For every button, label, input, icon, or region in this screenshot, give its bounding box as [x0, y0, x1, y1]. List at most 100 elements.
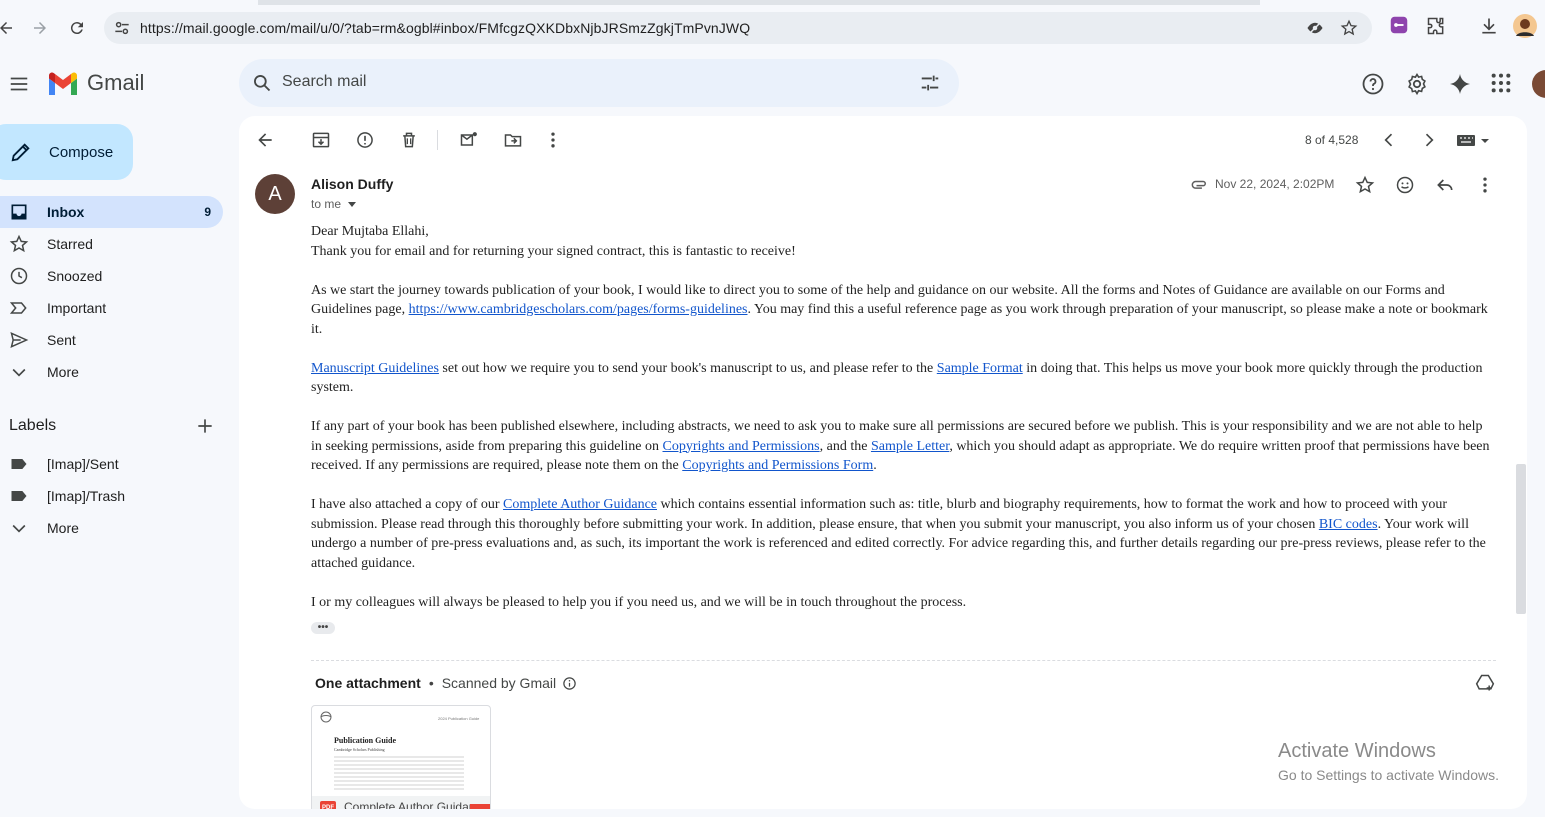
clock-icon — [9, 266, 29, 286]
sidebar-item-label: More — [47, 364, 79, 380]
apps-grid-icon[interactable] — [1490, 72, 1514, 96]
browser-toolbar: https://mail.google.com/mail/u/0/?tab=rm… — [0, 0, 1545, 56]
separator-dot: • — [428, 675, 434, 691]
address-bar[interactable]: https://mail.google.com/mail/u/0/?tab=rm… — [104, 12, 1372, 44]
manuscript-guidelines-link[interactable]: Manuscript Guidelines — [311, 361, 439, 376]
main-menu-icon[interactable] — [8, 73, 30, 95]
chevron-down-icon — [9, 362, 29, 382]
forward-icon[interactable] — [28, 16, 52, 40]
browser-tab[interactable] — [1260, 0, 1545, 5]
info-icon[interactable] — [562, 676, 577, 691]
report-spam-icon[interactable] — [355, 130, 375, 150]
reply-icon[interactable] — [1435, 175, 1455, 195]
sender-avatar[interactable]: A — [255, 174, 295, 214]
bic-codes-link[interactable]: BIC codes — [1319, 517, 1378, 532]
newer-chevron-left-icon[interactable] — [1379, 130, 1399, 150]
copyrights-permissions-link[interactable]: Copyrights and Permissions — [663, 439, 820, 454]
paragraph-1: Thank you for email and for returning yo… — [311, 243, 796, 259]
pdf-file-icon: PDF — [320, 801, 336, 809]
site-info-icon[interactable] — [112, 18, 132, 38]
sidebar-item-starred[interactable]: Starred — [0, 228, 223, 260]
sample-format-link[interactable]: Sample Format — [937, 361, 1023, 376]
recipient-details[interactable]: to me — [311, 197, 357, 211]
gmail-m-icon — [49, 72, 77, 95]
document-logo-icon — [318, 711, 334, 725]
document-subtitle: Cambridge Scholars Publishing — [334, 747, 385, 752]
document-header: 2024 Publication Guide — [438, 716, 480, 721]
sidebar-item-snoozed[interactable]: Snoozed — [0, 260, 223, 292]
reload-icon[interactable] — [65, 16, 89, 40]
extensions-puzzle-icon[interactable] — [1426, 16, 1446, 36]
message-body: Dear Mujtaba Ellahi, Thank you for email… — [311, 222, 1496, 632]
message-view: 8 of 4,528 A Alison Duffy to me Nov 22, … — [239, 116, 1527, 809]
attachment-divider — [311, 660, 1496, 661]
add-to-drive-icon[interactable] — [1475, 673, 1495, 693]
app-name: Gmail — [87, 70, 145, 95]
download-icon[interactable] — [1479, 16, 1499, 36]
move-to-icon[interactable] — [503, 130, 523, 150]
paragraph-5: I have also attached a copy of our Compl… — [311, 497, 1486, 571]
star-message-icon[interactable] — [1355, 175, 1375, 195]
chevron-down-icon — [9, 518, 29, 538]
mark-unread-icon[interactable] — [459, 130, 479, 150]
delete-icon[interactable] — [399, 130, 419, 150]
back-to-inbox-icon[interactable] — [255, 130, 275, 150]
search-icon[interactable] — [252, 73, 272, 93]
eye-off-icon[interactable] — [1306, 19, 1324, 37]
emoji-reaction-icon[interactable] — [1395, 175, 1415, 195]
older-chevron-right-icon[interactable] — [1419, 130, 1439, 150]
sidebar-label-imap-trash[interactable]: [Imap]/Trash — [0, 480, 223, 512]
help-icon[interactable] — [1361, 72, 1385, 96]
watermark-subtitle: Go to Settings to activate Windows. — [1278, 767, 1499, 783]
forms-guidelines-link[interactable]: https://www.cambridgescholars.com/pages/… — [409, 302, 748, 317]
browser-tab[interactable] — [0, 0, 258, 5]
input-tools-keyboard-icon[interactable] — [1455, 130, 1491, 150]
paragraph-6: I or my colleagues will always be please… — [311, 594, 967, 610]
show-trimmed-content-button[interactable]: ••• — [311, 622, 335, 634]
sidebar-item-label: More — [47, 520, 79, 536]
document-title: Publication Guide — [334, 736, 397, 745]
author-guidance-link[interactable]: Complete Author Guidance — [503, 497, 657, 512]
url-text[interactable]: https://mail.google.com/mail/u/0/?tab=rm… — [140, 20, 750, 36]
paragraph-3: Manuscript Guidelines set out how we req… — [311, 360, 1483, 396]
extension-app-icon[interactable] — [1390, 16, 1408, 34]
sidebar-item-important[interactable]: Important — [0, 292, 223, 324]
paragraph-4: If any part of your book has been publis… — [311, 419, 1490, 473]
sidebar-item-more[interactable]: More — [0, 356, 223, 388]
sidebar-item-label: Inbox — [47, 204, 85, 220]
profile-avatar-icon[interactable] — [1513, 14, 1537, 38]
sidebar-labels-more[interactable]: More — [0, 512, 223, 544]
bookmark-star-icon[interactable] — [1340, 19, 1358, 37]
sidebar-label-imap-sent[interactable]: [Imap]/Sent — [0, 448, 223, 480]
document-text-preview — [334, 756, 464, 790]
sidebar-item-label: Sent — [47, 332, 76, 348]
gemini-sparkle-icon[interactable] — [1448, 72, 1472, 96]
pencil-icon — [10, 141, 32, 163]
greeting: Dear Mujtaba Ellahi, — [311, 224, 429, 239]
scrollbar[interactable] — [1516, 464, 1526, 614]
search-options-icon[interactable] — [919, 72, 941, 94]
sidebar-item-sent[interactable]: Sent — [0, 324, 223, 356]
settings-gear-icon[interactable] — [1405, 72, 1429, 96]
sidebar-item-inbox[interactable]: Inbox 9 — [0, 196, 223, 228]
sample-letter-link[interactable]: Sample Letter — [871, 439, 949, 454]
back-icon[interactable] — [0, 16, 18, 40]
compose-button[interactable]: Compose — [0, 124, 133, 180]
archive-icon[interactable] — [311, 130, 331, 150]
attachment-thumbnail[interactable]: 2024 Publication Guide Publication Guide… — [311, 705, 491, 809]
add-label-icon[interactable] — [195, 416, 215, 436]
search-bar[interactable] — [239, 59, 959, 107]
gmail-logo[interactable]: Gmail — [47, 70, 144, 96]
account-avatar[interactable] — [1532, 70, 1545, 98]
label-icon — [9, 454, 29, 474]
sender-name[interactable]: Alison Duffy — [311, 176, 393, 192]
more-options-icon[interactable] — [543, 130, 563, 150]
message-more-icon[interactable] — [1475, 175, 1495, 195]
recipient-text: to me — [311, 197, 342, 211]
send-icon — [9, 330, 29, 350]
unread-count: 9 — [204, 205, 211, 219]
paragraph-2: As we start the journey towards publicat… — [311, 282, 1488, 337]
message-date: Nov 22, 2024, 2:02PM — [1215, 177, 1335, 191]
permissions-form-link[interactable]: Copyrights and Permissions Form — [682, 458, 873, 473]
search-input[interactable] — [282, 73, 882, 91]
